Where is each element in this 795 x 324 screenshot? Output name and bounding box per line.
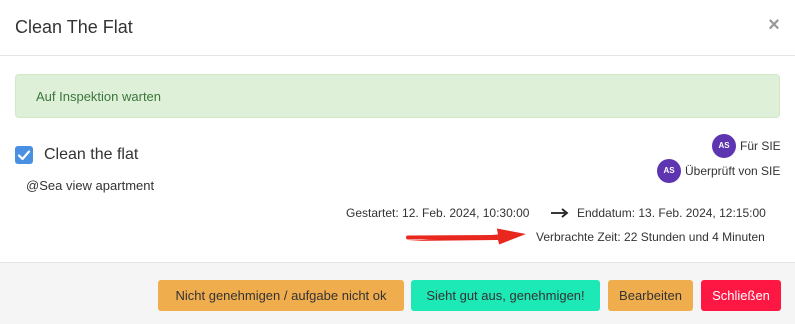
avatar-assignee: AS (712, 134, 736, 158)
time-spent: Verbrachte Zeit: 22 Stunden und 4 Minute… (536, 230, 765, 244)
reject-button[interactable]: Nicht genehmigen / aufgabe nicht ok (158, 280, 404, 311)
arrow-right-icon (551, 208, 569, 218)
status-alert-text: Auf Inspektion warten (36, 89, 162, 104)
task-checkbox[interactable] (15, 146, 33, 164)
assignee-label: Für SIE (740, 139, 781, 153)
reviewer-label: Überprüft von SIE (685, 164, 781, 178)
red-arrow-icon (406, 228, 526, 245)
check-icon (17, 150, 31, 161)
started-time: Gestartet: 12. Feb. 2024, 10:30:00 (346, 206, 530, 220)
avatar-reviewer: AS (657, 159, 681, 183)
task-location: @Sea view apartment (26, 178, 155, 193)
task-modal: Clean The Flat × Auf Inspektion warten C… (0, 0, 795, 324)
modal-header: Clean The Flat × (0, 0, 795, 56)
task-name: Clean the flat (44, 146, 139, 163)
close-icon[interactable]: × (766, 15, 782, 35)
end-time: Enddatum: 13. Feb. 2024, 12:15:00 (577, 206, 766, 220)
approve-button[interactable]: Sieht gut aus, genehmigen! (411, 280, 600, 311)
edit-button[interactable]: Bearbeiten (608, 280, 693, 311)
close-button[interactable]: Schließen (701, 280, 781, 311)
modal-title: Clean The Flat (15, 17, 133, 37)
status-alert: Auf Inspektion warten (15, 74, 780, 118)
